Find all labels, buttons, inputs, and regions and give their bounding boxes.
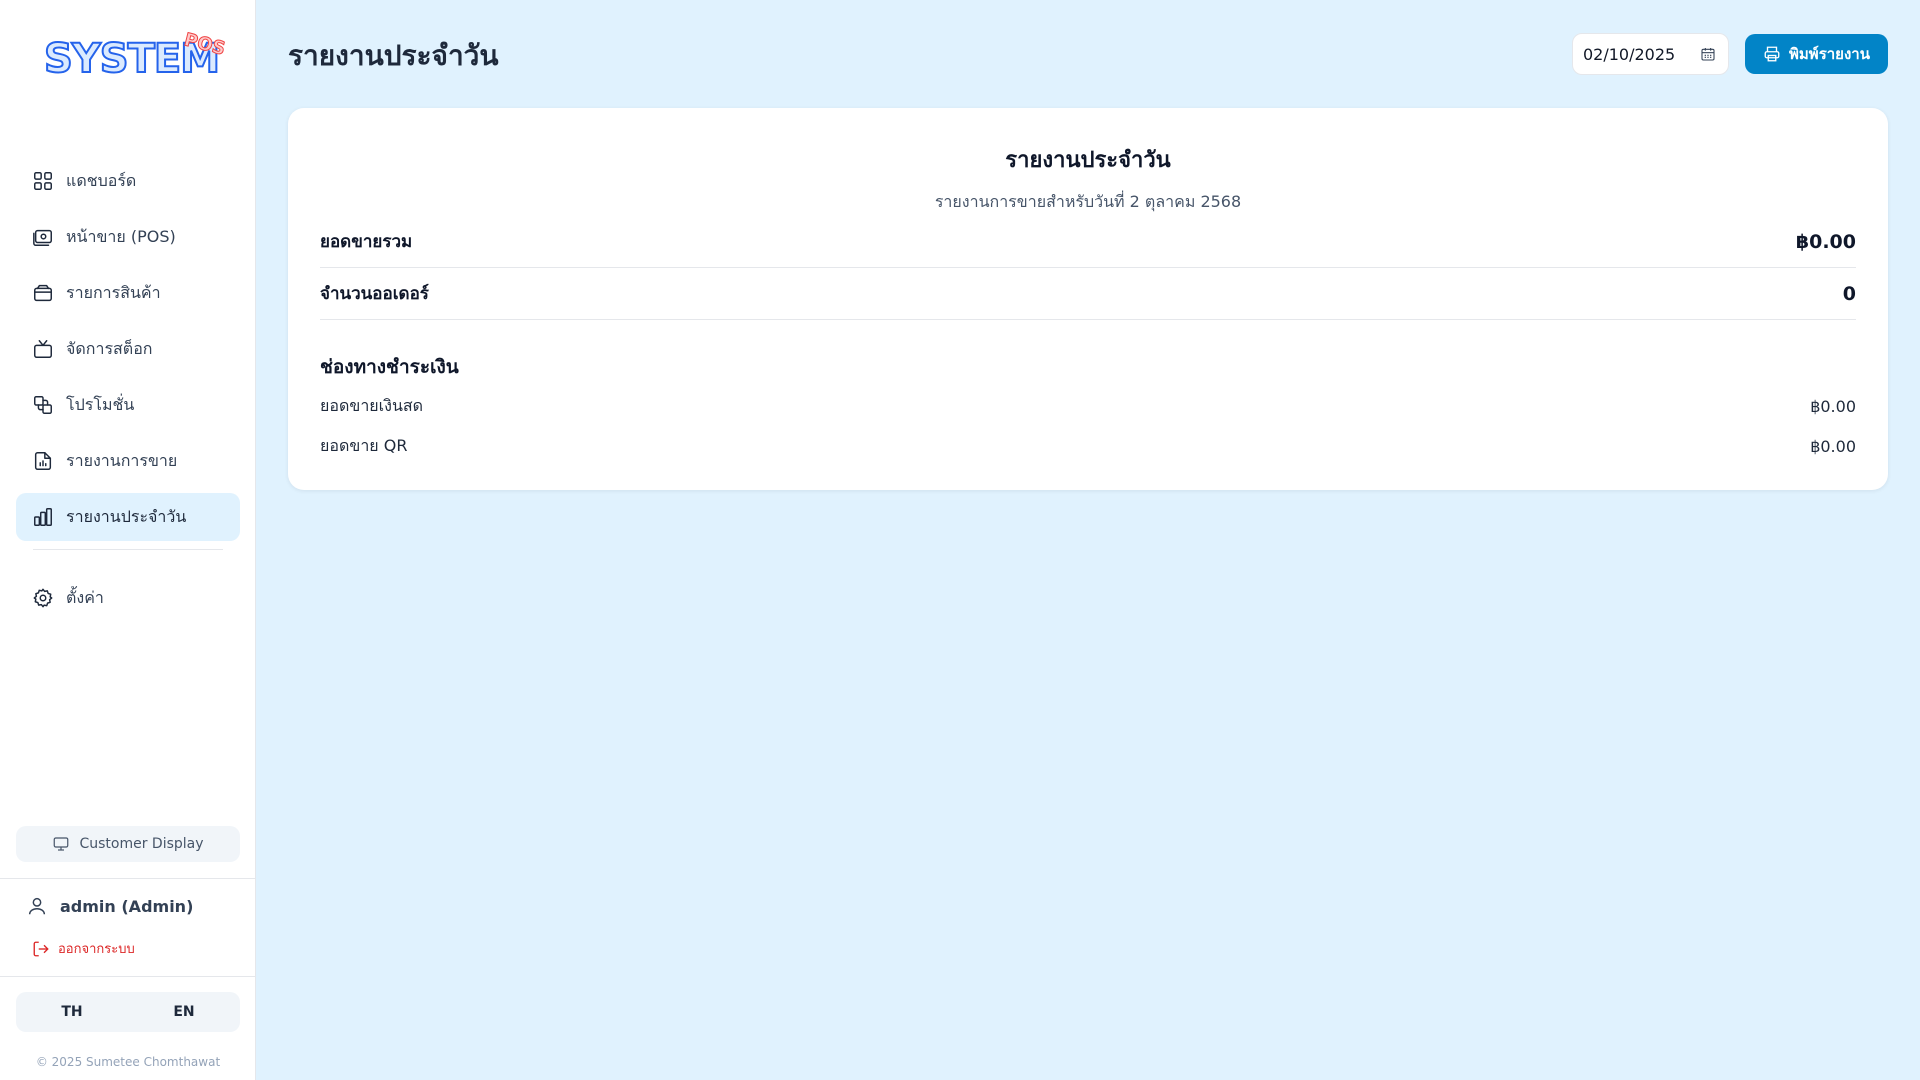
page-title: รายงานประจำวัน [288, 39, 499, 72]
dashboard-grid-icon [32, 170, 54, 192]
sidebar-item-label: โปรโมชั่น [66, 394, 135, 414]
sidebar-nav: แดชบอร์ด หน้าขาย (POS) รายการสินค้า จัดก… [16, 157, 240, 630]
sidebar-item-label: แดชบอร์ด [66, 170, 137, 190]
lang-en-button[interactable]: EN [128, 992, 240, 1032]
sidebar-item-label: รายงานการขาย [66, 450, 178, 470]
lang-th-button[interactable]: TH [16, 992, 128, 1032]
logout-icon [33, 941, 49, 956]
sidebar-item-label: รายงานประจำวัน [66, 506, 187, 526]
qr-sales-label: ยอดขาย QR [320, 435, 408, 455]
customer-display-button[interactable]: Customer Display [16, 826, 240, 862]
print-report-button[interactable]: พิมพ์รายงาน [1745, 34, 1888, 74]
gear-icon [32, 587, 54, 609]
sidebar-item-pos[interactable]: หน้าขาย (POS) [16, 213, 240, 261]
calendar-icon[interactable] [1700, 46, 1716, 62]
sidebar-item-promotion[interactable]: โปรโมชั่น [16, 381, 240, 429]
sidebar-item-dashboard[interactable]: แดชบอร์ด [16, 157, 240, 205]
customer-display-label: Customer Display [79, 836, 204, 852]
sidebar-item-settings[interactable]: ตั้งค่า [16, 574, 240, 622]
monitor-icon [54, 837, 69, 851]
qr-sales-row: ยอดขาย QR ฿0.00 [320, 426, 1856, 466]
report-title: รายงานประจำวัน [1005, 148, 1171, 173]
user-icon [28, 897, 46, 915]
sidebar-item-stock[interactable]: จัดการสต็อก [16, 325, 240, 373]
sidebar-item-label: จัดการสต็อก [66, 338, 153, 358]
divider [0, 878, 256, 879]
logout-label: ออกจากระบบ [58, 942, 135, 957]
order-count-row: จำนวนออเดอร์ 0 [320, 268, 1856, 320]
user-name: admin (Admin) [60, 896, 194, 916]
sidebar-item-label: ตั้งค่า [66, 587, 104, 607]
nav-divider [33, 549, 223, 550]
bar-chart-icon [32, 506, 54, 528]
cash-sales-label: ยอดขายเงินสด [320, 395, 424, 415]
payment-section-title: ช่องทางชำระเงิน [320, 356, 459, 378]
print-label: พิมพ์รายงาน [1789, 45, 1870, 63]
stock-tv-icon [32, 338, 54, 360]
promotion-shapes-icon [32, 394, 54, 416]
sidebar-item-sales-report[interactable]: รายงานการขาย [16, 437, 240, 485]
report-subtitle: รายงานการขายสำหรับวันที่ 2 ตุลาคม 2568 [934, 192, 1242, 211]
daily-report-card: รายงานประจำวัน รายงานการขายสำหรับวันที่ … [288, 108, 1888, 490]
date-picker-input[interactable]: 02/10/2025 [1572, 33, 1729, 75]
divider [0, 976, 256, 977]
cash-sales-row: ยอดขายเงินสด ฿0.00 [320, 386, 1856, 426]
user-info: admin (Admin) [26, 895, 193, 917]
sidebar-item-products[interactable]: รายการสินค้า [16, 269, 240, 317]
qr-sales-value: ฿0.00 [1810, 436, 1856, 456]
sidebar-item-label: หน้าขาย (POS) [66, 226, 176, 246]
language-switcher: TH EN [16, 992, 240, 1032]
cash-register-icon [32, 226, 54, 248]
logout-button[interactable]: ออกจากระบบ [32, 938, 135, 959]
printer-icon [1764, 46, 1780, 62]
total-sales-label: ยอดขายรวม [320, 232, 413, 252]
sidebar: SYSTEM POS แดชบอร์ด หน้าขาย (POS) รายการ… [0, 0, 256, 1080]
order-count-label: จำนวนออเดอร์ [320, 284, 429, 304]
order-count-value: 0 [1842, 282, 1856, 305]
total-sales-value: ฿0.00 [1795, 230, 1856, 253]
copyright: © 2025 Sumetee Chomthawat [35, 1055, 221, 1069]
report-document-icon [32, 450, 54, 472]
products-box-icon [32, 282, 54, 304]
total-sales-row: ยอดขายรวม ฿0.00 [320, 216, 1856, 268]
sidebar-item-label: รายการสินค้า [66, 282, 161, 302]
date-value: 02/10/2025 [1583, 44, 1676, 64]
app-logo[interactable]: SYSTEM POS [43, 29, 234, 84]
sidebar-item-daily-report[interactable]: รายงานประจำวัน [16, 493, 240, 541]
cash-sales-value: ฿0.00 [1810, 396, 1856, 416]
